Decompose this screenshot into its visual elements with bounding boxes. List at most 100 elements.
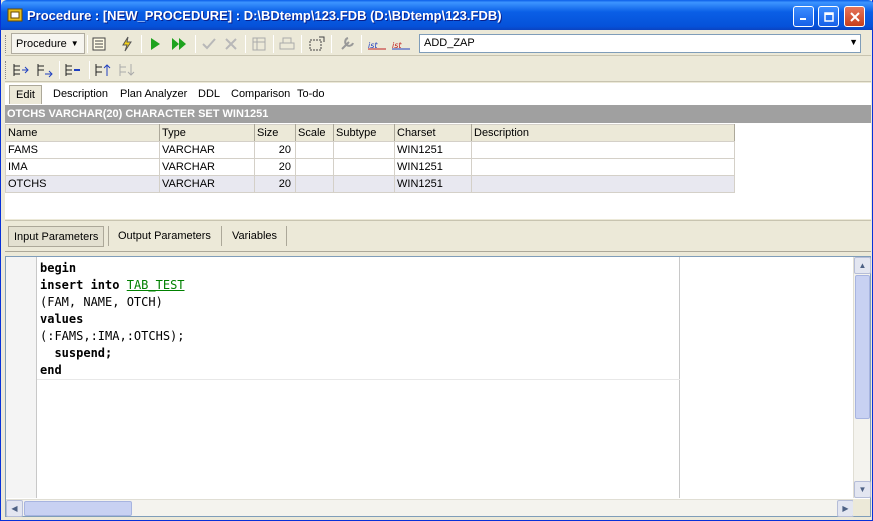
column-header-type[interactable]: Type bbox=[159, 124, 255, 142]
tab-input-parameters[interactable]: Input Parameters bbox=[8, 226, 105, 247]
code-line: values bbox=[40, 312, 84, 326]
chevron-down-icon[interactable]: ▼ bbox=[849, 37, 858, 47]
cell-name[interactable]: IMA bbox=[5, 158, 160, 176]
parameters-grid: Name Type Size Scale Subtype Charset Des… bbox=[5, 123, 871, 219]
scroll-right-button[interactable]: ▶ bbox=[837, 500, 854, 517]
sql-code-editor[interactable]: begin insert into TAB_TEST (FAM, NAME, O… bbox=[5, 256, 871, 517]
editor-tabs: Edit Description Plan Analyzer DDL Compa… bbox=[5, 83, 871, 105]
checkmark-icon bbox=[202, 37, 216, 49]
app-icon bbox=[7, 8, 23, 22]
format-code-button[interactable]: ist bbox=[367, 33, 387, 54]
procedure-combo[interactable]: ADD_ZAP ▼ bbox=[419, 34, 861, 53]
column-header-subtype[interactable]: Subtype bbox=[333, 124, 395, 142]
procedure-window: Procedure : [NEW_PROCEDURE] : D:\BDtemp\… bbox=[0, 0, 873, 521]
object-type-dropdown[interactable]: Procedure ▼ bbox=[11, 33, 85, 54]
cell-subtype[interactable] bbox=[333, 158, 395, 176]
title-bar[interactable]: Procedure : [NEW_PROCEDURE] : D:\BDtemp\… bbox=[1, 0, 873, 30]
print-button[interactable] bbox=[277, 33, 297, 54]
cell-scale[interactable] bbox=[295, 141, 334, 159]
vertical-scrollbar[interactable]: ▲ ▼ bbox=[853, 257, 871, 498]
toolbar-grip[interactable] bbox=[5, 35, 8, 53]
delete-param-button[interactable] bbox=[63, 59, 83, 80]
scroll-left-button[interactable]: ◀ bbox=[6, 500, 23, 517]
tab-variables[interactable]: Variables bbox=[227, 226, 282, 247]
step-run-button[interactable] bbox=[169, 33, 189, 54]
cell-charset[interactable]: WIN1251 bbox=[394, 175, 472, 193]
tab-ddl[interactable]: DDL bbox=[192, 85, 226, 104]
close-button[interactable] bbox=[844, 6, 865, 27]
move-down-icon bbox=[119, 63, 135, 76]
wrench-icon bbox=[341, 36, 354, 50]
compile-button[interactable] bbox=[89, 33, 109, 54]
move-up-button[interactable] bbox=[93, 59, 113, 80]
code-format-icon: ist bbox=[368, 41, 386, 50]
table-row-selected[interactable]: OTCHS VARCHAR 20 WIN1251 bbox=[5, 175, 735, 193]
table-link[interactable]: TAB_TEST bbox=[127, 278, 185, 292]
scroll-up-button[interactable]: ▲ bbox=[854, 257, 871, 274]
column-header-size[interactable]: Size bbox=[254, 124, 296, 142]
code-line: begin bbox=[40, 261, 77, 275]
commit-button[interactable] bbox=[199, 33, 219, 54]
column-header-description[interactable]: Description bbox=[471, 124, 735, 142]
cell-type[interactable]: VARCHAR bbox=[159, 158, 255, 176]
cell-subtype[interactable] bbox=[333, 175, 395, 193]
cell-description[interactable] bbox=[471, 158, 735, 176]
horizontal-scrollbar[interactable]: ◀ ▶ bbox=[6, 499, 854, 517]
unformat-code-button[interactable]: ist bbox=[391, 33, 411, 54]
tab-output-parameters[interactable]: Output Parameters bbox=[113, 226, 216, 247]
cell-type[interactable]: VARCHAR bbox=[159, 175, 255, 193]
cell-charset[interactable]: WIN1251 bbox=[394, 158, 472, 176]
tab-comparison[interactable]: Comparison bbox=[225, 85, 296, 104]
lightning-button[interactable] bbox=[117, 33, 137, 54]
cell-scale[interactable] bbox=[295, 158, 334, 176]
table-row[interactable]: IMA VARCHAR 20 WIN1251 bbox=[5, 158, 735, 176]
grid-button[interactable] bbox=[249, 33, 269, 54]
insert-param-button[interactable] bbox=[35, 59, 55, 80]
add-param-button[interactable] bbox=[11, 59, 31, 80]
table-row[interactable]: FAMS VARCHAR 20 WIN1251 bbox=[5, 141, 735, 159]
rollback-button[interactable] bbox=[221, 33, 241, 54]
chevron-up-icon: ▲ bbox=[858, 261, 867, 270]
run-button[interactable] bbox=[145, 33, 165, 54]
field-definition-header: OTCHS VARCHAR(20) CHARACTER SET WIN1251 bbox=[5, 105, 871, 123]
chevron-down-icon: ▼ bbox=[858, 485, 867, 494]
column-header-charset[interactable]: Charset bbox=[394, 124, 472, 142]
cell-scale[interactable] bbox=[295, 175, 334, 193]
cell-size[interactable]: 20 bbox=[254, 175, 296, 193]
code-text[interactable]: begin insert into TAB_TEST (FAM, NAME, O… bbox=[40, 260, 185, 379]
tab-todo[interactable]: To-do bbox=[291, 85, 331, 104]
cell-size[interactable]: 20 bbox=[254, 158, 296, 176]
code-line: (:FAMS,:IMA,:OTCHS); bbox=[40, 329, 185, 343]
cell-name[interactable]: OTCHS bbox=[5, 175, 160, 193]
grid-header-row: Name Type Size Scale Subtype Charset Des… bbox=[5, 124, 735, 142]
horizontal-scroll-thumb[interactable] bbox=[24, 501, 132, 516]
tools-button[interactable] bbox=[337, 33, 357, 54]
tab-plan-analyzer[interactable]: Plan Analyzer bbox=[114, 85, 193, 104]
cell-name[interactable]: FAMS bbox=[5, 141, 160, 159]
minimize-button[interactable] bbox=[793, 6, 814, 27]
document-icon bbox=[92, 37, 106, 50]
chevron-down-icon: ▼ bbox=[70, 39, 79, 48]
column-header-name[interactable]: Name bbox=[5, 124, 160, 142]
editor-gutter[interactable] bbox=[6, 257, 37, 498]
cell-description[interactable] bbox=[471, 141, 735, 159]
current-line-separator bbox=[37, 379, 680, 380]
scroll-down-button[interactable]: ▼ bbox=[854, 481, 871, 498]
tab-edit[interactable]: Edit bbox=[9, 85, 42, 104]
cell-size[interactable]: 20 bbox=[254, 141, 296, 159]
code-line: insert into TAB_TEST bbox=[40, 277, 185, 294]
column-header-scale[interactable]: Scale bbox=[295, 124, 334, 142]
select-button[interactable] bbox=[307, 33, 327, 54]
x-icon bbox=[225, 37, 237, 50]
toolbar-grip[interactable] bbox=[5, 61, 8, 79]
resize-grip-icon[interactable] bbox=[853, 499, 870, 516]
cell-description[interactable] bbox=[471, 175, 735, 193]
cell-charset[interactable]: WIN1251 bbox=[394, 141, 472, 159]
cell-subtype[interactable] bbox=[333, 141, 395, 159]
move-down-button[interactable] bbox=[117, 59, 137, 80]
cell-type[interactable]: VARCHAR bbox=[159, 141, 255, 159]
maximize-button[interactable] bbox=[818, 6, 839, 27]
code-line: end bbox=[40, 363, 62, 377]
tab-description[interactable]: Description bbox=[47, 85, 114, 104]
vertical-scroll-thumb[interactable] bbox=[855, 275, 870, 419]
